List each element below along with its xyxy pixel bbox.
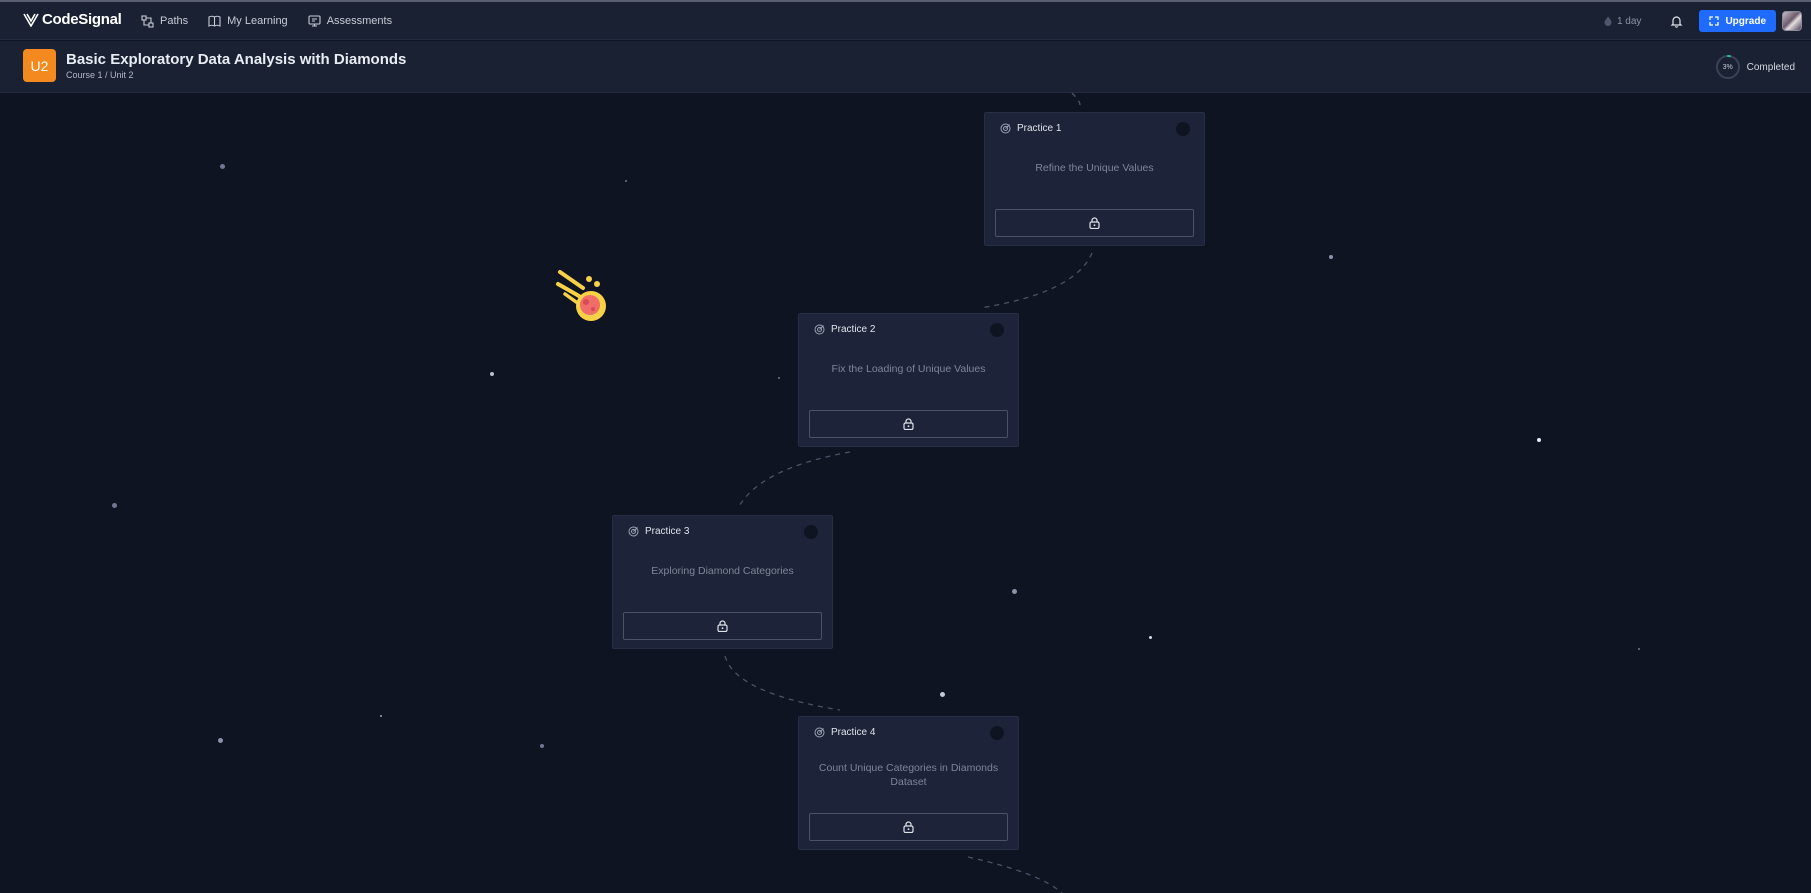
nav-link-paths-label: Paths [160,15,189,27]
practice-card-header: Practice 4 [814,727,875,738]
background-star [625,180,627,182]
practice-icon [814,727,825,738]
background-star [490,372,494,376]
background-star [1638,648,1640,650]
practice-card-4[interactable]: Practice 4 Count Unique Categories in Di… [798,716,1019,850]
practice-card-header: Practice 2 [814,324,875,335]
practice-card-header: Practice 3 [628,526,689,537]
nav-links: Paths My Learning Assessments [141,2,392,40]
course-breadcrumb: Course 1 / Unit 2 [66,70,134,80]
practice-icon [628,526,639,537]
practice-title: Count Unique Categories in Diamonds Data… [818,762,999,788]
upgrade-label: Upgrade [1725,15,1766,27]
practice-locked-button[interactable] [623,612,822,640]
nav-link-paths[interactable]: Paths [141,14,189,28]
practice-card-2[interactable]: Practice 2 Fix the Loading of Unique Val… [798,313,1019,447]
background-star [1537,438,1541,442]
nav-link-my-learning-label: My Learning [227,15,288,27]
practice-title: Exploring Diamond Categories [651,565,794,577]
practice-status-dot [1176,122,1190,136]
streak-indicator[interactable]: 1 day [1604,16,1641,27]
lock-icon [903,821,914,833]
lock-icon [1089,217,1100,229]
practice-label: Practice 1 [1017,123,1062,134]
practice-card-1[interactable]: Practice 1 Refine the Unique Values [984,112,1205,246]
practice-icon [1000,123,1011,134]
codesignal-logo-icon [23,13,39,27]
course-map[interactable]: Practice 1 Refine the Unique Values Prac… [0,93,1811,893]
lock-icon [717,620,728,632]
course-progress: 3% Completed [1715,54,1795,80]
bell-icon [1670,15,1683,28]
user-avatar[interactable] [1782,11,1802,31]
practice-locked-button[interactable] [809,410,1008,438]
lock-icon [903,418,914,430]
practice-title: Fix the Loading of Unique Values [831,363,986,375]
progress-ring: 3% [1715,54,1741,80]
assessment-icon [308,15,321,27]
nav-link-assessments[interactable]: Assessments [308,15,392,27]
flame-icon [1604,16,1612,26]
practice-status-dot [804,525,818,539]
practice-title: Refine the Unique Values [1035,162,1154,174]
notifications-button[interactable] [1670,15,1683,28]
logo-text: CodeSignal [42,11,122,28]
practice-card-3[interactable]: Practice 3 Exploring Diamond Categories [612,515,833,649]
practice-status-dot [990,323,1004,337]
practice-status-dot [990,726,1004,740]
progress-percent: 3% [1722,63,1733,71]
practice-card-header: Practice 1 [1000,123,1061,134]
background-star [380,715,382,717]
practice-locked-button[interactable] [809,813,1008,841]
paths-icon [141,14,154,28]
course-header: U2 Basic Exploratory Data Analysis with … [0,41,1811,93]
practice-label: Practice 2 [831,324,876,335]
practice-icon [814,324,825,335]
background-star [112,503,117,508]
background-star [1149,636,1152,639]
background-star [1329,255,1333,259]
expand-icon [1709,16,1720,26]
background-star [540,744,544,748]
practice-label: Practice 4 [831,727,876,738]
nav-right-controls: 1 day Upgrade [1604,2,1811,40]
course-title: Basic Exploratory Data Analysis with Dia… [66,51,407,68]
background-star [220,164,225,169]
progress-label: Completed [1746,61,1795,73]
upgrade-button[interactable]: Upgrade [1699,10,1776,32]
top-navbar: CodeSignal Paths My Learning Assessments [0,2,1811,40]
book-icon [208,15,221,27]
comet-icon [556,270,606,321]
streak-label: 1 day [1616,15,1642,27]
unit-badge: U2 [23,49,56,82]
nav-link-my-learning[interactable]: My Learning [208,15,288,27]
background-star [778,377,780,379]
background-star [1012,589,1017,594]
practice-label: Practice 3 [645,526,690,537]
background-star [940,692,945,697]
codesignal-logo[interactable]: CodeSignal [23,11,122,28]
nav-link-assessments-label: Assessments [326,15,393,27]
practice-locked-button[interactable] [995,209,1194,237]
background-star [218,738,223,743]
